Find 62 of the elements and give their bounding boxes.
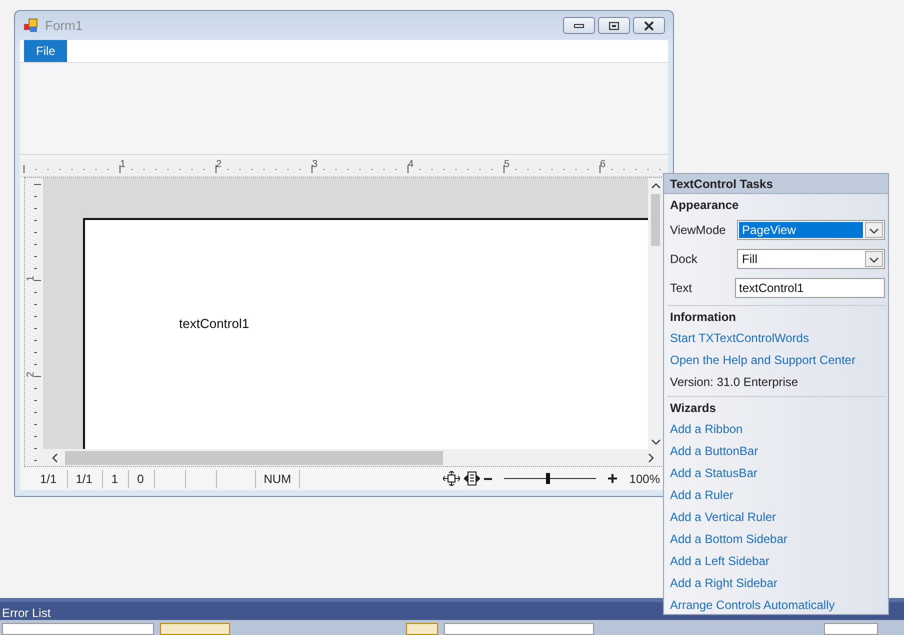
maximize-button[interactable] bbox=[598, 17, 630, 34]
horizontal-scrollbar[interactable] bbox=[43, 449, 663, 466]
document-text: textControl1 bbox=[179, 316, 250, 332]
ruler-number: 6 bbox=[600, 159, 606, 170]
section-heading: Appearance bbox=[670, 197, 740, 214]
task-link[interactable]: Add a Ribbon bbox=[670, 418, 885, 440]
fit-page-icon[interactable] bbox=[443, 471, 460, 486]
form-icon bbox=[23, 18, 39, 34]
task-link[interactable]: Add a StatusBar bbox=[670, 462, 885, 484]
dropdown[interactable]: Fill bbox=[737, 248, 885, 268]
field-label: ViewMode bbox=[670, 222, 727, 236]
status-field: 0 bbox=[129, 470, 155, 488]
menu-item[interactable]: File bbox=[24, 40, 68, 62]
minimize-button[interactable] bbox=[563, 17, 595, 34]
scrollbar-thumb[interactable] bbox=[65, 450, 443, 465]
status-field: 1 bbox=[103, 470, 130, 488]
ruler-number: 3 bbox=[312, 159, 318, 170]
toggle-button[interactable] bbox=[160, 623, 230, 635]
task-link[interactable]: Add a Vertical Ruler bbox=[670, 506, 885, 528]
task-link[interactable]: Start TXTextControlWords bbox=[670, 327, 885, 349]
section-heading: Wizards bbox=[670, 400, 717, 417]
ruler-number: 4 bbox=[408, 159, 414, 170]
scroll-up-icon[interactable] bbox=[650, 182, 660, 190]
dropdown[interactable] bbox=[2, 623, 154, 635]
task-link[interactable]: Add a Bottom Sidebar bbox=[670, 528, 885, 550]
panel-title: TextControl Tasks bbox=[664, 174, 888, 194]
task-link[interactable]: Add a Right Sidebar bbox=[670, 572, 885, 594]
scroll-down-icon[interactable] bbox=[650, 437, 660, 446]
maximize-icon bbox=[609, 22, 619, 30]
search-field[interactable] bbox=[444, 623, 594, 635]
close-icon bbox=[643, 20, 655, 30]
ruler-number: 1 bbox=[25, 276, 36, 282]
minimize-icon bbox=[574, 22, 584, 28]
status-field: 1/1 bbox=[68, 470, 104, 488]
ruler-number: 1 bbox=[120, 159, 126, 170]
toggle-button[interactable] bbox=[406, 623, 438, 635]
status-field: NUM bbox=[256, 472, 300, 486]
ruler-number: 5 bbox=[504, 159, 510, 170]
status-field: 1/1 bbox=[32, 470, 68, 488]
task-link[interactable]: Open the Help and Support Center bbox=[670, 349, 885, 371]
task-link[interactable]: Add a Left Sidebar bbox=[670, 550, 885, 572]
version-text: Version: 31.0 Enterprise bbox=[670, 374, 800, 391]
section-heading: Information bbox=[670, 309, 737, 326]
window-title: Form1 bbox=[45, 18, 83, 33]
scroll-left-icon[interactable] bbox=[51, 452, 59, 463]
close-button[interactable] bbox=[633, 17, 665, 34]
scrollbar-thumb[interactable] bbox=[651, 194, 660, 246]
vertical-scrollbar[interactable] bbox=[648, 178, 663, 450]
task-link[interactable]: Add a Ruler bbox=[670, 484, 885, 506]
task-link[interactable]: Add a ButtonBar bbox=[670, 440, 885, 462]
zoom-in-icon[interactable] bbox=[608, 474, 618, 484]
field-label: Text bbox=[670, 280, 694, 294]
dropdown[interactable]: PageView bbox=[737, 220, 885, 240]
search-field[interactable] bbox=[824, 623, 878, 635]
zoom-level: 100% bbox=[629, 472, 660, 486]
ruler-number: 2 bbox=[216, 159, 222, 170]
text-field[interactable]: textControl1 bbox=[735, 278, 885, 298]
fit-width-icon[interactable] bbox=[464, 471, 480, 486]
scroll-right-icon[interactable] bbox=[647, 452, 655, 463]
slider-thumb[interactable] bbox=[546, 473, 550, 484]
field-label: Dock bbox=[670, 252, 698, 266]
ruler-number: 2 bbox=[25, 372, 36, 378]
